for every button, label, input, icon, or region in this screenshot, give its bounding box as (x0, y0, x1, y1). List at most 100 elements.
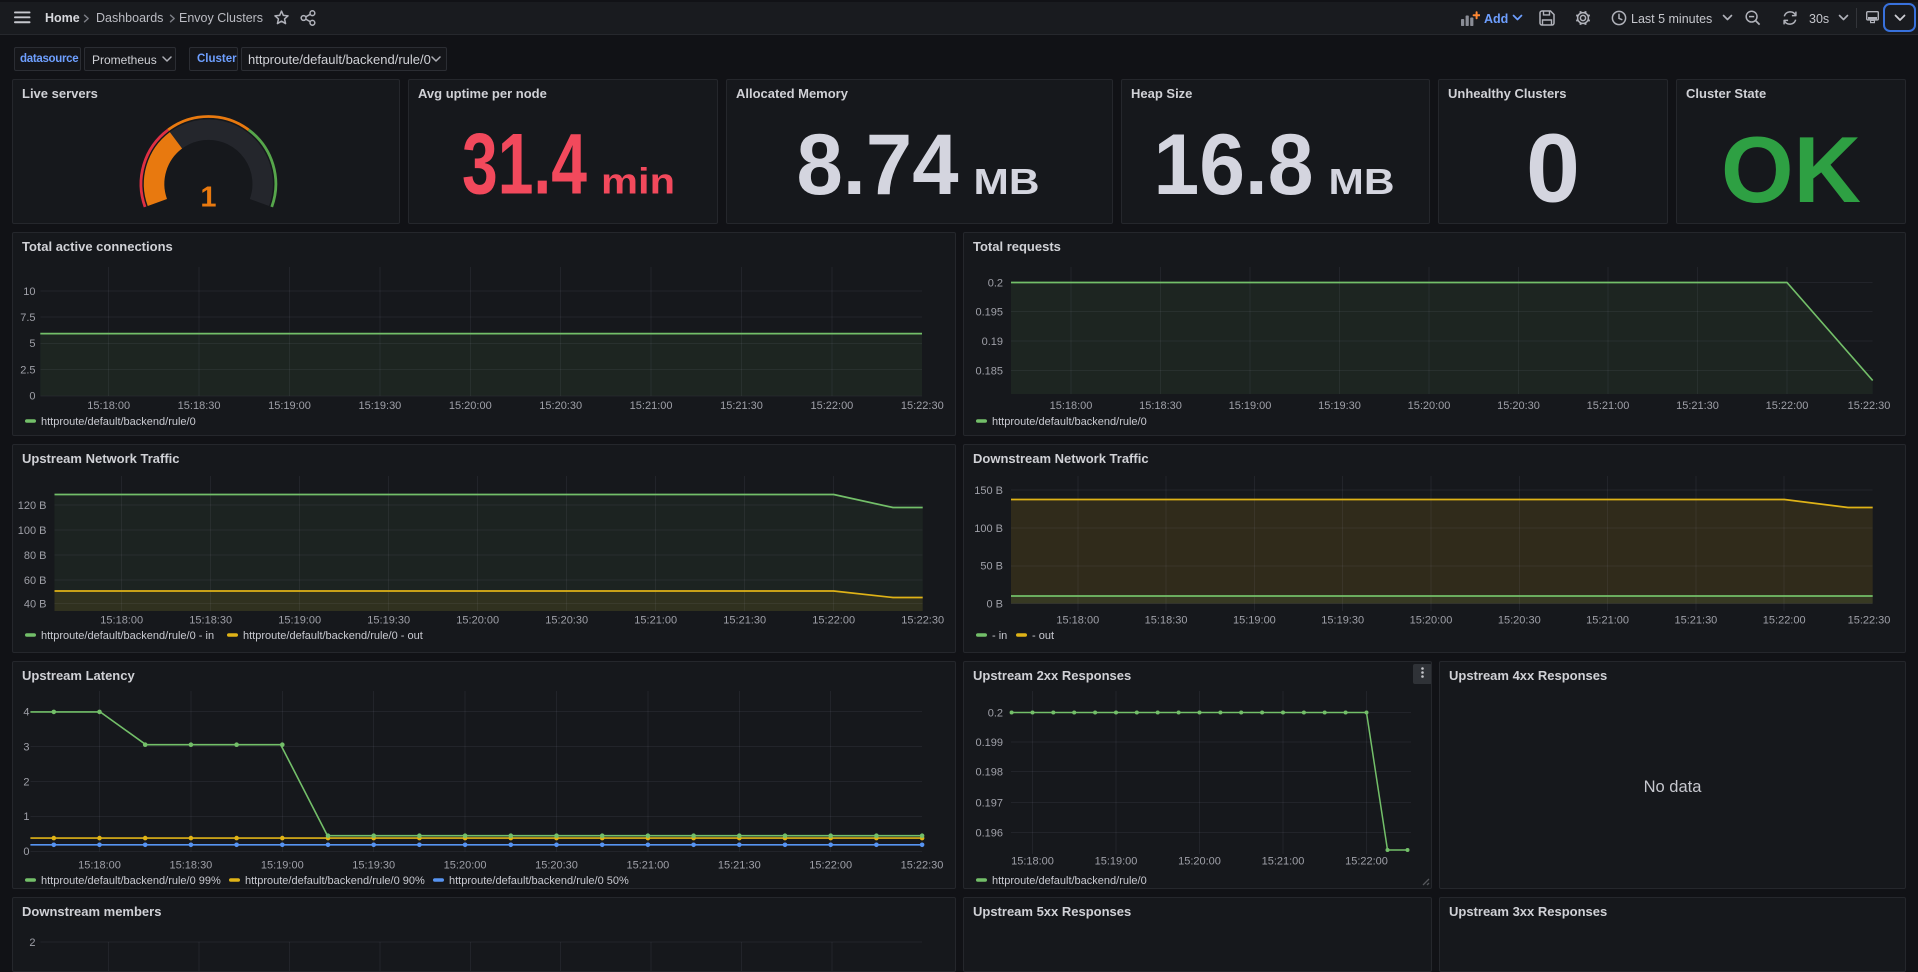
svg-text:2: 2 (29, 937, 35, 949)
svg-text:15:21:00: 15:21:00 (1586, 615, 1629, 627)
svg-text:0.19: 0.19 (982, 336, 1003, 348)
svg-text:15:22:00: 15:22:00 (810, 400, 853, 412)
svg-text:0: 0 (23, 846, 29, 858)
svg-text:15:19:30: 15:19:30 (352, 860, 395, 872)
svg-text:150 B: 150 B (974, 485, 1003, 497)
svg-text:15:21:30: 15:21:30 (1676, 400, 1719, 412)
svg-text:MB: MB (974, 161, 1040, 202)
svg-text:15:18:00: 15:18:00 (87, 400, 130, 412)
svg-text:15:22:30: 15:22:30 (901, 860, 944, 872)
svg-text:0: 0 (29, 391, 35, 403)
svg-text:15:18:00: 15:18:00 (1050, 400, 1093, 412)
svg-text:15:19:30: 15:19:30 (367, 615, 410, 627)
svg-text:2.5: 2.5 (20, 364, 35, 376)
svg-text:15:21:30: 15:21:30 (723, 615, 766, 627)
svg-text:1: 1 (23, 811, 29, 823)
svg-text:15:19:00: 15:19:00 (261, 860, 304, 872)
svg-text:15:20:30: 15:20:30 (1498, 615, 1541, 627)
svg-text:min: min (601, 161, 675, 202)
svg-text:15:22:00: 15:22:00 (1763, 615, 1806, 627)
svg-text:15:22:00: 15:22:00 (809, 860, 852, 872)
svg-text:15:18:00: 15:18:00 (1056, 615, 1099, 627)
svg-text:15:18:30: 15:18:30 (178, 400, 221, 412)
svg-text:15:19:00: 15:19:00 (278, 615, 321, 627)
svg-text:16.8: 16.8 (1154, 117, 1314, 213)
svg-text:httproute/default/backend/rule: httproute/default/backend/rule/0 (992, 875, 1147, 887)
svg-text:httproute/default/backend/rule: httproute/default/backend/rule/0 - out (243, 630, 423, 642)
svg-text:15:19:30: 15:19:30 (358, 400, 401, 412)
svg-text:10: 10 (23, 286, 35, 298)
svg-text:100 B: 100 B (974, 523, 1003, 535)
svg-text:15:20:00: 15:20:00 (444, 860, 487, 872)
svg-text:8.74: 8.74 (797, 117, 959, 213)
svg-text:httproute/default/backend/rule: httproute/default/backend/rule/0 (41, 416, 196, 428)
svg-text:OK: OK (1721, 117, 1861, 222)
svg-text:2: 2 (23, 776, 29, 788)
svg-text:httproute/default/backend/rule: httproute/default/backend/rule/0 99% (41, 875, 221, 887)
svg-text:15:19:30: 15:19:30 (1321, 615, 1364, 627)
svg-text:15:21:30: 15:21:30 (718, 860, 761, 872)
svg-text:15:18:30: 15:18:30 (1139, 400, 1182, 412)
svg-text:80 B: 80 B (24, 550, 47, 562)
svg-text:15:20:30: 15:20:30 (545, 615, 588, 627)
svg-text:60 B: 60 B (24, 575, 47, 587)
svg-text:15:20:00: 15:20:00 (1410, 615, 1453, 627)
svg-text:15:21:00: 15:21:00 (630, 400, 673, 412)
svg-text:15:21:00: 15:21:00 (626, 860, 669, 872)
svg-text:httproute/default/backend/rule: httproute/default/backend/rule/0 - in (41, 630, 214, 642)
svg-text:15:19:00: 15:19:00 (1233, 615, 1276, 627)
svg-text:15:21:30: 15:21:30 (1674, 615, 1717, 627)
svg-text:100 B: 100 B (18, 525, 47, 537)
svg-text:15:22:00: 15:22:00 (1766, 400, 1809, 412)
svg-text:15:19:00: 15:19:00 (1095, 856, 1138, 868)
svg-text:15:22:00: 15:22:00 (1345, 856, 1388, 868)
svg-text:15:21:30: 15:21:30 (720, 400, 763, 412)
svg-text:15:20:30: 15:20:30 (1497, 400, 1540, 412)
svg-text:15:20:30: 15:20:30 (535, 860, 578, 872)
svg-text:15:19:30: 15:19:30 (1318, 400, 1361, 412)
svg-text:15:21:00: 15:21:00 (634, 615, 677, 627)
svg-text:15:18:30: 15:18:30 (189, 615, 232, 627)
svg-text:50 B: 50 B (980, 561, 1003, 573)
svg-text:3: 3 (23, 741, 29, 753)
svg-text:- out: - out (1032, 630, 1054, 642)
svg-text:0 B: 0 B (986, 598, 1003, 610)
svg-text:15:20:00: 15:20:00 (456, 615, 499, 627)
svg-text:0.185: 0.185 (975, 365, 1003, 377)
svg-text:31.4: 31.4 (462, 117, 587, 213)
svg-text:15:20:00: 15:20:00 (1178, 856, 1221, 868)
svg-text:5: 5 (29, 338, 35, 350)
svg-text:15:18:00: 15:18:00 (78, 860, 121, 872)
svg-text:15:20:00: 15:20:00 (1408, 400, 1451, 412)
svg-text:15:21:00: 15:21:00 (1587, 400, 1630, 412)
svg-text:0.198: 0.198 (975, 766, 1003, 778)
svg-text:15:19:00: 15:19:00 (1229, 400, 1272, 412)
svg-text:0.199: 0.199 (975, 737, 1003, 749)
svg-text:0.197: 0.197 (975, 797, 1003, 809)
svg-text:0.2: 0.2 (988, 277, 1003, 289)
svg-text:15:22:30: 15:22:30 (1848, 400, 1891, 412)
svg-text:15:22:30: 15:22:30 (1848, 615, 1891, 627)
svg-text:0.195: 0.195 (975, 306, 1003, 318)
svg-text:15:18:00: 15:18:00 (100, 615, 143, 627)
svg-text:15:19:00: 15:19:00 (268, 400, 311, 412)
svg-text:15:22:30: 15:22:30 (901, 615, 944, 627)
svg-text:1: 1 (200, 182, 216, 214)
svg-text:15:20:00: 15:20:00 (449, 400, 492, 412)
svg-text:MB: MB (1329, 161, 1395, 202)
svg-text:0.2: 0.2 (988, 707, 1003, 719)
svg-text:40 B: 40 B (24, 598, 47, 610)
svg-text:15:18:00: 15:18:00 (1011, 856, 1054, 868)
svg-text:0: 0 (1526, 114, 1580, 223)
svg-text:4: 4 (23, 707, 29, 719)
svg-text:httproute/default/backend/rule: httproute/default/backend/rule/0 50% (449, 875, 629, 887)
svg-text:0.196: 0.196 (975, 827, 1003, 839)
svg-text:- in: - in (992, 630, 1007, 642)
svg-text:httproute/default/backend/rule: httproute/default/backend/rule/0 (992, 416, 1147, 428)
svg-text:15:18:30: 15:18:30 (1145, 615, 1188, 627)
svg-text:15:21:00: 15:21:00 (1262, 856, 1305, 868)
svg-text:120 B: 120 B (18, 500, 47, 512)
svg-text:15:20:30: 15:20:30 (539, 400, 582, 412)
svg-text:15:18:30: 15:18:30 (169, 860, 212, 872)
svg-text:7.5: 7.5 (20, 312, 35, 324)
